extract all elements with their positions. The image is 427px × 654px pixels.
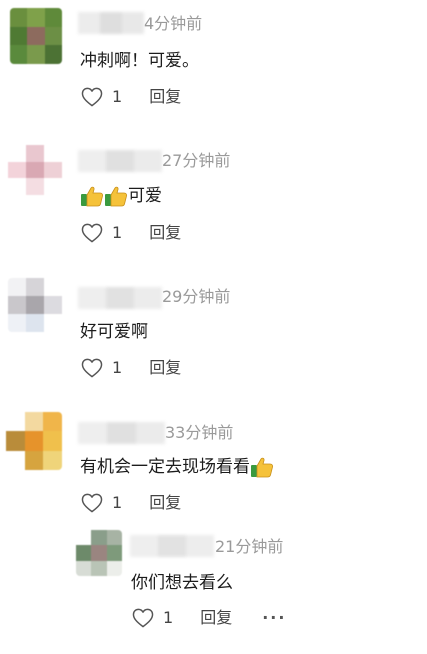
comment-actions: 1 回复 [81, 221, 181, 245]
comment-time: 4分钟前 [144, 14, 203, 33]
reply-button[interactable]: 回复 [149, 223, 181, 243]
avatar[interactable] [8, 145, 62, 195]
comment-actions: 1 回复 [81, 491, 181, 515]
comment-time: 33分钟前 [165, 423, 234, 442]
avatar[interactable] [6, 412, 62, 470]
heart-outline-icon [81, 493, 103, 513]
more-options-icon[interactable]: ··· [262, 608, 286, 628]
heart-outline-icon [81, 223, 103, 243]
avatar[interactable] [8, 278, 62, 332]
like-button[interactable]: 1 [81, 87, 122, 107]
reply-button[interactable]: 回复 [200, 608, 232, 628]
like-button[interactable]: 1 [132, 608, 173, 628]
comment-actions: 1 回复 [81, 356, 181, 380]
comment-text-content: 冲刺啊！可爱。 [80, 51, 199, 71]
comment-text-content: 好可爱啊 [80, 322, 148, 342]
comment-time: 29分钟前 [162, 287, 231, 306]
heart-outline-icon [81, 358, 103, 378]
username[interactable] [130, 535, 214, 557]
like-count: 1 [112, 358, 123, 377]
username[interactable] [78, 287, 162, 309]
avatar[interactable] [76, 530, 122, 576]
comment-text: 可爱 [80, 185, 162, 207]
comment-text: 有机会一定去现场看看 [80, 456, 274, 478]
comment-time: 21分钟前 [215, 537, 284, 556]
comment-actions: 1 回复 ··· [132, 606, 286, 630]
like-button[interactable]: 1 [81, 493, 122, 513]
comment-text: 你们想去看么 [131, 572, 233, 594]
reply-button[interactable]: 回复 [149, 493, 181, 513]
reply-button[interactable]: 回复 [149, 87, 181, 107]
comment-text: 冲刺啊！可爱。 [80, 50, 199, 72]
thumbs-up-emoji-icon [105, 186, 128, 207]
like-button[interactable]: 1 [81, 223, 122, 243]
like-count: 1 [112, 493, 123, 512]
avatar[interactable] [10, 8, 62, 64]
comment-text-content: 你们想去看么 [131, 573, 233, 593]
heart-outline-icon [81, 87, 103, 107]
username[interactable] [78, 422, 165, 444]
reply-button[interactable]: 回复 [149, 358, 181, 378]
like-count: 1 [112, 223, 123, 242]
thumbs-up-emoji-icon [81, 186, 104, 207]
comment-text-content: 有机会一定去现场看看 [80, 457, 250, 477]
heart-outline-icon [132, 608, 154, 628]
comment-time: 27分钟前 [162, 151, 231, 170]
username[interactable] [78, 12, 144, 34]
comment-text: 好可爱啊 [80, 321, 148, 343]
like-button[interactable]: 1 [81, 358, 122, 378]
username[interactable] [78, 150, 162, 172]
thumbs-up-emoji-icon [251, 457, 274, 478]
comment-text-content: 可爱 [128, 186, 162, 206]
like-count: 1 [163, 608, 174, 627]
like-count: 1 [112, 87, 123, 106]
comment-actions: 1 回复 [81, 85, 181, 109]
